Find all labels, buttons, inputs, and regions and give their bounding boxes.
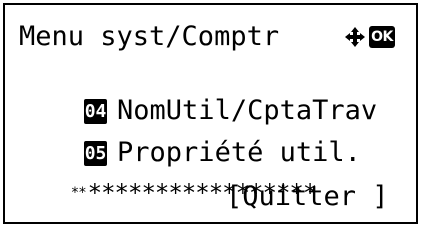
quit-softkey[interactable]: [Quitter ] <box>226 181 389 213</box>
list-item[interactable]: 05 Propriété util. <box>19 105 361 168</box>
nav-cluster: OK <box>345 21 395 53</box>
lcd-screen: Menu syst/Comptr OK 04 NomUtil/CptaTrav 0… <box>3 3 418 224</box>
masked-prefix: ** <box>70 185 87 201</box>
dpad-arrows-icon <box>345 27 365 47</box>
ok-key-icon: OK <box>369 26 395 48</box>
masked-entry: ******************* <box>17 145 317 207</box>
screen-title: Menu syst/Comptr <box>19 21 280 52</box>
list-item[interactable]: 04 NomUtil/CptaTrav <box>19 63 377 126</box>
